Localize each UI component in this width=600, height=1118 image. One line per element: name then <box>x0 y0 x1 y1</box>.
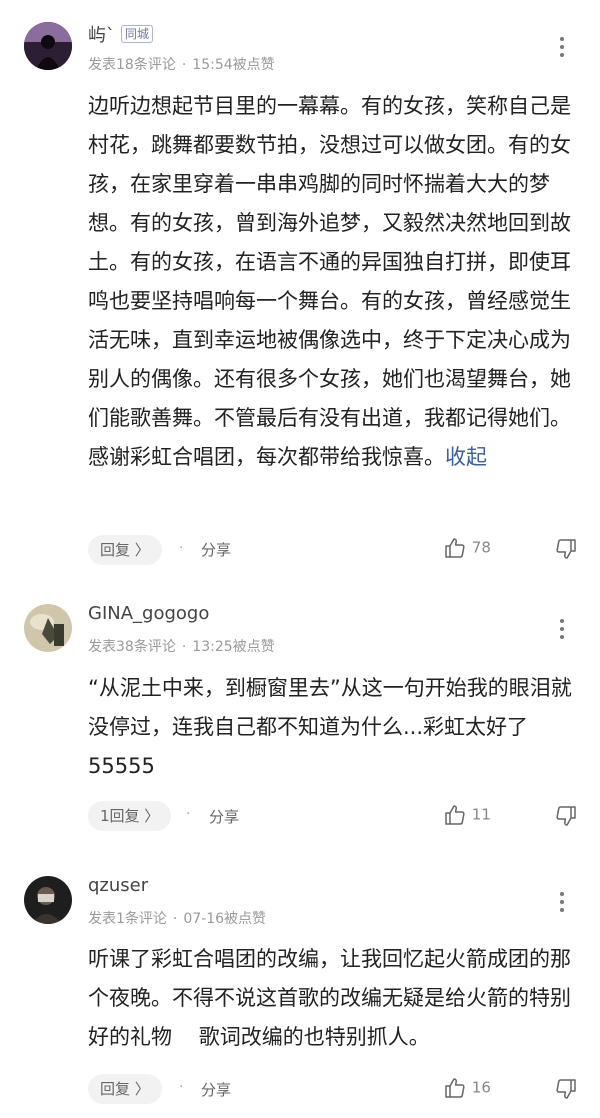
comment-2: GINA_gogogo 发表38条评论 · 13:25被点赞 “从泥土中来，到橱窗里… <box>0 580 600 850</box>
comment-1: 屿` 同城 发表18条评论 · 15:54被点赞 边听边想起节目里的一幕幕。有的女孩，… <box>0 0 600 580</box>
thumbs-down-icon <box>556 539 576 559</box>
more-button[interactable] <box>556 892 568 918</box>
thumbs-up-icon <box>445 1078 465 1098</box>
like-button[interactable]: 11 <box>443 803 491 827</box>
username-text: qzuser <box>88 875 149 896</box>
like-button[interactable]: 78 <box>443 536 491 560</box>
comment-3: qzuser 发表1条评论 · 07-16被点赞 听课了彩虹合唱团的改编，让我回忆起… <box>0 850 600 1118</box>
comment-meta: 发表38条评论 · 13:25被点赞 <box>88 636 275 656</box>
avatar-image <box>24 604 72 652</box>
comment-text: “从泥土中来，到橱窗里去”从这一句开始我的眼泪就没停过，连我自己都不知道为什么.… <box>88 669 588 786</box>
liked-time: 13:25被点赞 <box>192 639 275 655</box>
avatar-image <box>24 22 72 70</box>
comment-text: 听课了彩虹合唱团的改编，让我回忆起火箭成团的那个夜晚。不得不说这首歌的改编无疑是… <box>88 940 588 1057</box>
like-count: 78 <box>471 538 491 557</box>
username[interactable]: 屿` 同城 <box>88 21 154 47</box>
like-button[interactable]: 16 <box>443 1076 491 1100</box>
action-separator: · <box>186 806 191 822</box>
comment-meta: 发表1条评论 · 07-16被点赞 <box>88 908 266 928</box>
reply-button[interactable]: 1回复 〉 <box>88 801 172 831</box>
more-button[interactable] <box>556 619 568 645</box>
meta-separator: · <box>172 911 178 927</box>
more-button[interactable] <box>556 37 568 63</box>
thumbs-up-icon <box>445 805 465 825</box>
comment-body: 听课了彩虹合唱团的改编，让我回忆起火箭成团的那个夜晚。不得不说这首歌的改编无疑是… <box>88 947 571 1049</box>
reply-button[interactable]: 回复 〉 <box>88 535 162 565</box>
more-vertical-icon <box>556 892 568 912</box>
liked-time: 07-16被点赞 <box>183 911 267 927</box>
dislike-button[interactable] <box>554 1077 578 1101</box>
username-text: 屿` <box>88 25 115 46</box>
reply-button[interactable]: 回复 〉 <box>88 1074 162 1104</box>
liked-time: 15:54被点赞 <box>192 57 275 73</box>
action-separator: · <box>179 540 184 556</box>
thumbs-up-icon <box>445 538 465 558</box>
username[interactable]: qzuser <box>88 875 148 896</box>
city-tag: 同城 <box>121 25 154 43</box>
like-count: 16 <box>471 1078 491 1097</box>
more-vertical-icon <box>556 619 568 639</box>
share-button[interactable]: 分享 <box>201 1079 231 1100</box>
avatar[interactable] <box>24 22 72 70</box>
username[interactable]: GINA_gogogo <box>88 603 209 624</box>
post-count: 发表38条评论 <box>88 639 176 655</box>
comment-body: “从泥土中来，到橱窗里去”从这一句开始我的眼泪就没停过，连我自己都不知道为什么.… <box>88 676 572 778</box>
share-button[interactable]: 分享 <box>201 539 231 560</box>
more-vertical-icon <box>556 37 568 57</box>
avatar[interactable] <box>24 604 72 652</box>
avatar-image <box>24 876 72 924</box>
avatar[interactable] <box>24 876 72 924</box>
comment-meta: 发表18条评论 · 15:54被点赞 <box>88 54 275 74</box>
meta-separator: · <box>181 639 187 655</box>
comment-body: 边听边想起节目里的一幕幕。有的女孩，笑称自己是村花，跳舞都要数节拍，没想过可以做… <box>88 94 571 469</box>
share-button[interactable]: 分享 <box>209 806 239 827</box>
dislike-button[interactable] <box>554 804 578 828</box>
collapse-link[interactable]: 收起 <box>445 445 487 469</box>
meta-separator: · <box>181 57 187 73</box>
post-count: 发表18条评论 <box>88 57 176 73</box>
post-count: 发表1条评论 <box>88 911 167 927</box>
thumbs-down-icon <box>556 806 576 826</box>
username-text: GINA_gogogo <box>88 603 210 624</box>
dislike-button[interactable] <box>554 537 578 561</box>
action-separator: · <box>179 1079 184 1095</box>
comment-text: 边听边想起节目里的一幕幕。有的女孩，笑称自己是村花，跳舞都要数节拍，没想过可以做… <box>88 87 588 477</box>
thumbs-down-icon <box>556 1079 576 1099</box>
like-count: 11 <box>471 805 491 824</box>
